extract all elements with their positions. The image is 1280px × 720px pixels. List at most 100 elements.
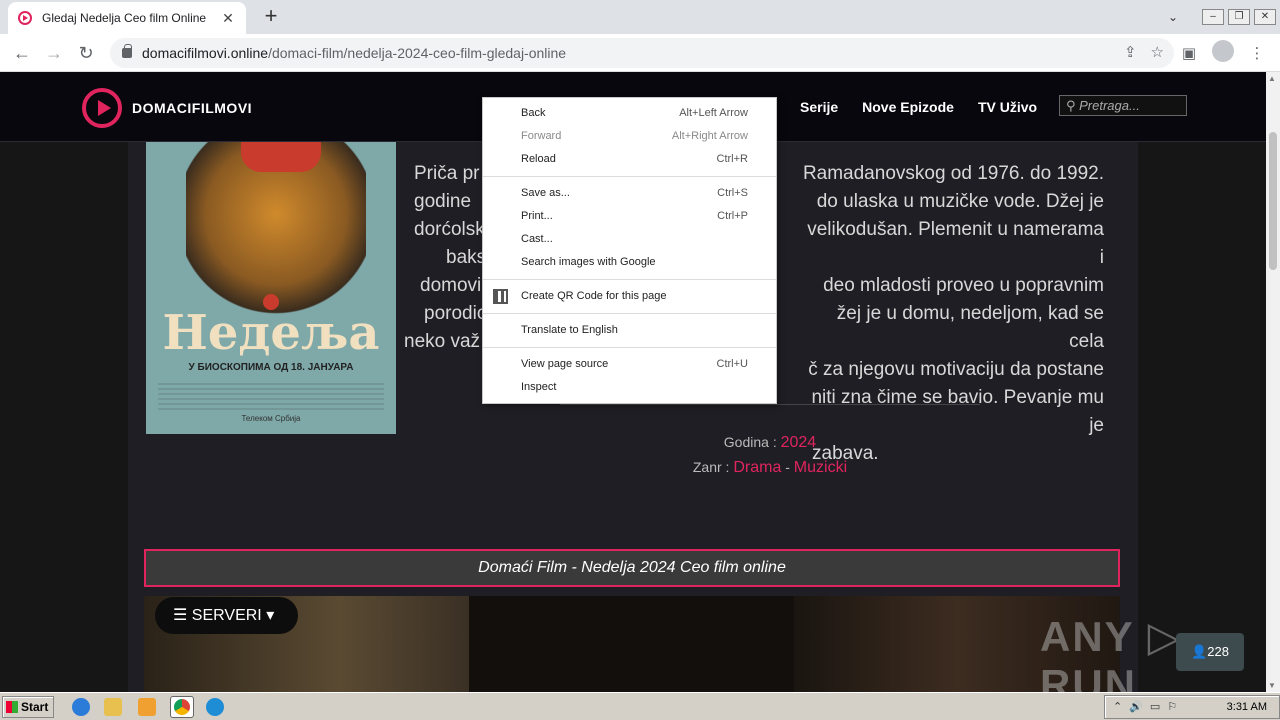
media-player-icon[interactable] (138, 698, 156, 716)
menu-item-search-images[interactable]: Search images with Google (483, 251, 776, 274)
logo-text: DOMACIFILMOVI (132, 100, 253, 116)
close-tab-icon[interactable]: ✕ (220, 10, 236, 27)
menu-label: Save as... (521, 187, 570, 199)
menu-item-print[interactable]: Print... Ctrl+P (483, 205, 776, 228)
windows-taskbar: Start ⌃🔊▭⚐ 3:31 AM (0, 692, 1280, 720)
menu-label: Create QR Code for this page (521, 290, 667, 302)
menu-shortcut: Ctrl+P (717, 210, 748, 222)
poster-footer: Телеком Србија (241, 414, 301, 423)
menu-item-reload[interactable]: Reload Ctrl+R (483, 148, 776, 171)
site-logo[interactable]: DOMACIFILMOVI (82, 88, 252, 128)
year-label: Godina : (723, 434, 777, 450)
movie-meta: Godina : 2024 Zanr : Drama - Muzicki (560, 430, 980, 480)
menu-shortcut: Ctrl+S (717, 187, 748, 199)
menu-item-create-qr[interactable]: Create QR Code for this page (483, 285, 776, 308)
menu-label: Forward (521, 130, 562, 142)
menu-item-forward[interactable]: Forward Alt+Right Arrow (483, 125, 776, 148)
desc-line: do ulaska u muzičke vode. Džej je (816, 191, 1104, 212)
menu-separator (483, 313, 776, 314)
nav-tv-uzivo[interactable]: TV Uživo (978, 99, 1037, 115)
chrome-taskbar-button[interactable] (170, 696, 194, 718)
scrollbar-thumb[interactable] (1269, 132, 1277, 270)
menu-label: View page source (521, 358, 609, 370)
genre-separator: - (785, 459, 790, 475)
minimize-button[interactable]: – (1202, 9, 1224, 25)
reload-icon[interactable]: ↻ (74, 41, 98, 65)
desc-line: velikodušan. Plemenit u namerama i (807, 219, 1104, 268)
menu-shortcut: Alt+Right Arrow (671, 130, 748, 142)
share-icon[interactable]: ⇪ (1124, 43, 1137, 61)
search-input[interactable]: ⚲ Pretraga... (1059, 95, 1187, 116)
menu-label: Inspect (521, 381, 557, 393)
menu-separator (483, 176, 776, 177)
address-bar[interactable]: domacifilmovi.online /domaci-film/nedelj… (110, 38, 1174, 68)
ie-icon[interactable] (72, 698, 90, 716)
menu-label: Search images with Google (521, 256, 656, 268)
menu-shortcut: Alt+Left Arrow (679, 107, 748, 119)
servers-button[interactable]: ☰ SERVERI ▾ (155, 597, 298, 634)
url-path: /domaci-film/nedelja-2024-ceo-film-gleda… (268, 45, 567, 61)
tab-strip: Gledaj Nedelja Ceo film Online ✕ + ⌄ – ❐… (0, 0, 1280, 34)
genre-muzicki-link[interactable]: Muzicki (794, 459, 847, 476)
close-window-button[interactable]: ✕ (1254, 9, 1276, 25)
menu-separator (483, 279, 776, 280)
tab-title: Gledaj Nedelja Ceo film Online (42, 11, 207, 25)
genre-label: Zanr : (692, 459, 730, 475)
search-placeholder: Pretraga... (1079, 98, 1140, 113)
browser-tab[interactable]: Gledaj Nedelja Ceo film Online ✕ (8, 2, 246, 34)
edge-icon[interactable] (206, 698, 224, 716)
desc-line: Ramadanovskog od 1976. do 1992. (802, 163, 1104, 184)
nav-nove-epizode[interactable]: Nove Epizode (862, 99, 954, 115)
main-nav: Serije Nove Epizode TV Uživo (800, 99, 1037, 115)
scroll-down-icon[interactable]: ▼ (1268, 681, 1276, 690)
page-scrollbar[interactable]: ▲ ▼ (1266, 72, 1280, 692)
menu-shortcut: Ctrl+U (716, 358, 748, 370)
play-logo-icon (82, 88, 122, 128)
tray-icons[interactable]: ⌃🔊▭⚐ (1113, 696, 1184, 718)
menu-item-inspect[interactable]: Inspect (483, 376, 776, 399)
menu-label: Back (521, 107, 546, 119)
url-host: domacifilmovi.online (142, 45, 269, 61)
viewer-count-badge: 👤228 (1176, 633, 1244, 671)
qr-code-icon (493, 289, 508, 304)
menu-item-cast[interactable]: Cast... (483, 228, 776, 251)
bookmark-star-icon[interactable]: ☆ (1151, 43, 1164, 61)
scroll-up-icon[interactable]: ▲ (1268, 74, 1276, 83)
film-title-bar: Domaći Film - Nedelja 2024 Ceo film onli… (144, 549, 1120, 587)
window-controls: ⌄ – ❐ ✕ (1168, 0, 1280, 34)
lock-icon[interactable] (122, 44, 132, 58)
menu-label: Reload (521, 153, 556, 165)
desc-line: č za njegovu motivaciju da postane (808, 359, 1104, 380)
restore-button[interactable]: ❐ (1228, 9, 1250, 25)
menu-shortcut: Ctrl+R (716, 153, 748, 165)
back-arrow-icon[interactable]: ← (10, 41, 34, 65)
site-favicon-icon (18, 11, 32, 25)
menu-item-save-as[interactable]: Save as... Ctrl+S (483, 182, 776, 205)
side-panel-icon[interactable]: ▣ (1178, 44, 1200, 62)
start-button[interactable]: Start (2, 696, 54, 718)
genre-drama-link[interactable]: Drama (733, 459, 781, 476)
year-link[interactable]: 2024 (781, 434, 817, 451)
browser-toolbar: ← → ↻ domacifilmovi.online /domaci-film/… (0, 34, 1280, 72)
profile-avatar[interactable] (1212, 40, 1234, 66)
poster-title: Недеља (162, 305, 380, 361)
poster-credits (158, 380, 384, 410)
nav-serije[interactable]: Serije (800, 99, 838, 115)
system-tray: ⌃🔊▭⚐ 3:31 AM (1104, 695, 1280, 719)
divider (560, 404, 980, 405)
new-tab-button[interactable]: + (260, 5, 282, 27)
menu-item-back[interactable]: Back Alt+Left Arrow (483, 102, 776, 125)
context-menu: Back Alt+Left Arrow Forward Alt+Right Ar… (482, 97, 777, 404)
clock: 3:31 AM (1226, 701, 1267, 713)
forward-arrow-icon[interactable]: → (42, 41, 66, 65)
folder-icon[interactable] (104, 698, 122, 716)
menu-label: Cast... (521, 233, 553, 245)
menu-label: Translate to English (521, 324, 618, 336)
movie-poster: Недеља У БИОСКОПИМА ОД 18. ЈАНУАРА Телек… (146, 142, 396, 434)
menu-item-translate[interactable]: Translate to English (483, 319, 776, 342)
menu-item-view-source[interactable]: View page source Ctrl+U (483, 353, 776, 376)
chrome-icon (174, 699, 190, 715)
menu-kebab-icon[interactable]: ⋮ (1246, 44, 1268, 62)
menu-label: Print... (521, 210, 553, 222)
tab-search-icon[interactable]: ⌄ (1168, 10, 1178, 24)
